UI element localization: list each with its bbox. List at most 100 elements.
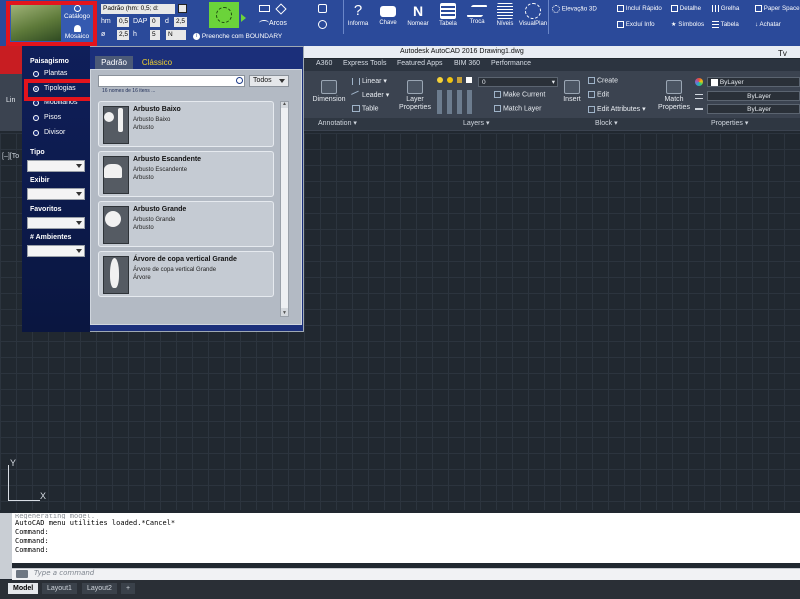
scrollbar-thumb[interactable] <box>281 108 288 308</box>
table-button[interactable]: Table <box>352 105 379 112</box>
search-input[interactable] <box>98 75 245 87</box>
informa-button[interactable]: ? Informa <box>344 0 372 34</box>
layer-properties-button[interactable]: Layer Properties <box>396 80 434 112</box>
troca-button[interactable]: Troca <box>463 0 491 34</box>
arc-icon[interactable] <box>259 20 269 26</box>
detalhe-button[interactable]: Detalhe <box>671 5 701 12</box>
panel-properties[interactable]: Properties ▾ <box>711 119 748 127</box>
hm-input[interactable]: 0,5 <box>117 17 129 27</box>
linear-button[interactable]: Linear ▾ <box>352 77 387 85</box>
dap-input[interactable]: 0 <box>150 17 160 27</box>
line-tool-label[interactable]: Lin <box>6 97 15 104</box>
viewport-label[interactable]: [–][To <box>2 153 19 160</box>
tab-classico[interactable]: Clássico <box>137 56 177 69</box>
tab-a360[interactable]: A360 <box>316 60 332 67</box>
star-icon[interactable] <box>275 3 287 15</box>
make-current-button[interactable]: Make Current <box>494 91 545 98</box>
favoritos-dropdown[interactable] <box>27 217 85 229</box>
insert-button[interactable]: Insert <box>560 80 584 103</box>
radio-divisor[interactable] <box>33 130 39 136</box>
panel-block[interactable]: Block ▾ <box>595 119 618 127</box>
chevron-right-icon[interactable] <box>241 14 246 22</box>
achatar-button[interactable]: ↓ Achatar <box>755 21 781 28</box>
radio-plantas[interactable] <box>33 71 39 77</box>
add-layout-button[interactable]: + <box>121 583 136 594</box>
ribbon-divider <box>548 0 549 34</box>
radio-divisor-label[interactable]: Divisor <box>44 129 65 136</box>
tab-padrao[interactable]: Padrão <box>95 56 133 69</box>
command-line-grip[interactable] <box>0 513 12 579</box>
leader-button[interactable]: Leader ▾ <box>351 90 389 100</box>
lineweight-dropdown[interactable]: ByLayer <box>707 104 800 114</box>
tab-layout1[interactable]: Layout1 <box>42 583 77 594</box>
exibir-dropdown[interactable] <box>27 188 85 200</box>
grelha-button[interactable]: Grelha <box>712 5 739 12</box>
arcos-label[interactable]: Arcos <box>269 20 287 27</box>
list-item[interactable]: Arbusto Grande Arbusto Grande Arbusto <box>98 201 274 247</box>
lock-icon[interactable] <box>457 77 462 83</box>
tipo-dropdown[interactable] <box>27 160 85 172</box>
list-item[interactable]: Arbusto Escandente Arbusto Escandente Ar… <box>98 151 274 197</box>
layer-tools-grid-icon[interactable] <box>437 90 475 114</box>
scroll-down-icon[interactable]: ▼ <box>282 310 287 316</box>
circle-icon[interactable] <box>318 20 327 29</box>
list-item[interactable]: Árvore de copa vertical Grande Árvore de… <box>98 251 274 297</box>
tab-express-tools[interactable]: Express Tools <box>343 60 386 67</box>
plant-pattern-button[interactable] <box>209 2 239 28</box>
linetype-dropdown[interactable]: ByLayer <box>707 91 800 101</box>
color-wheel-icon[interactable] <box>695 78 703 86</box>
hexagon-icon[interactable] <box>318 4 327 13</box>
paper-space-button[interactable]: Paper Space <box>755 5 800 12</box>
chave-button[interactable]: Chave <box>374 0 402 34</box>
dimension-button[interactable]: Dimension <box>309 80 349 103</box>
sun-icon[interactable] <box>447 77 453 83</box>
list-item[interactable]: Arbusto Baixo Arbusto Baixo Arbusto <box>98 101 274 147</box>
h-input[interactable]: 5 <box>150 30 160 40</box>
create-block-button[interactable]: Create <box>588 77 618 84</box>
save-icon[interactable] <box>178 4 187 13</box>
tab-model[interactable]: Model <box>8 583 39 594</box>
exclui-info-button[interactable]: Excluí Info <box>617 21 655 28</box>
command-prompt-icon[interactable] <box>16 570 28 578</box>
radio-plantas-label[interactable]: Plantas <box>44 70 67 77</box>
panel-annotation[interactable]: Annotation ▾ <box>318 119 357 127</box>
color-dropdown[interactable]: ByLayer <box>707 77 800 87</box>
panel-layers[interactable]: Layers ▾ <box>463 119 489 127</box>
radio-pisos-label[interactable]: Pisos <box>44 114 61 121</box>
n-select[interactable]: N <box>166 30 186 40</box>
ambientes-dropdown[interactable] <box>27 245 85 257</box>
edit-attributes-button[interactable]: Edit Attributes ▾ <box>588 105 646 113</box>
o-input[interactable]: 2,5 <box>117 30 129 40</box>
d-input[interactable]: 2,5 <box>174 17 187 27</box>
simbolos-button[interactable]: ★ Símbolos <box>671 21 704 28</box>
tabela-small-button[interactable]: Tabela <box>712 21 739 28</box>
nomear-button[interactable]: N Nomear <box>404 0 432 34</box>
match-layer-button[interactable]: Match Layer <box>494 105 541 112</box>
chevron-down-icon <box>76 221 82 225</box>
scroll-up-icon[interactable]: ▲ <box>282 101 287 107</box>
layer-dropdown[interactable]: 0 ▾ <box>478 77 558 87</box>
inclui-rapido-button[interactable]: Incluí Rápido <box>617 5 662 12</box>
filter-dropdown[interactable]: Todos <box>249 75 289 87</box>
preenche-toggle[interactable]: i Preenche com BOUNDARY <box>193 33 343 43</box>
search-icon[interactable] <box>236 77 243 84</box>
tree-silhouette <box>110 258 119 288</box>
elevacao-3d-button[interactable]: Elevação 3D <box>552 5 597 13</box>
radio-pisos[interactable] <box>33 115 39 121</box>
shapes-icon[interactable] <box>259 5 270 12</box>
lightbulb-icon[interactable] <box>437 77 443 83</box>
pattern-select[interactable]: Padrão (hm: 0,5; d: <box>101 4 175 14</box>
color-swatch-icon[interactable] <box>466 77 472 83</box>
edit-block-button[interactable]: Edit <box>588 91 609 98</box>
command-input[interactable] <box>12 568 800 580</box>
tabela-button[interactable]: Tabela <box>434 0 462 34</box>
tab-layout2[interactable]: Layout2 <box>82 583 117 594</box>
tab-performance[interactable]: Performance <box>491 60 531 67</box>
tab-featured-apps[interactable]: Featured Apps <box>397 60 443 67</box>
match-properties-button[interactable]: Match Properties <box>655 80 693 112</box>
visualplan-button[interactable]: VisualPlan <box>518 0 548 34</box>
tab-bim-360[interactable]: BIM 360 <box>454 60 480 67</box>
niveis-button[interactable]: Níveis <box>491 0 519 34</box>
edit-icon <box>588 91 595 98</box>
exibir-label: Exibir <box>30 177 50 184</box>
